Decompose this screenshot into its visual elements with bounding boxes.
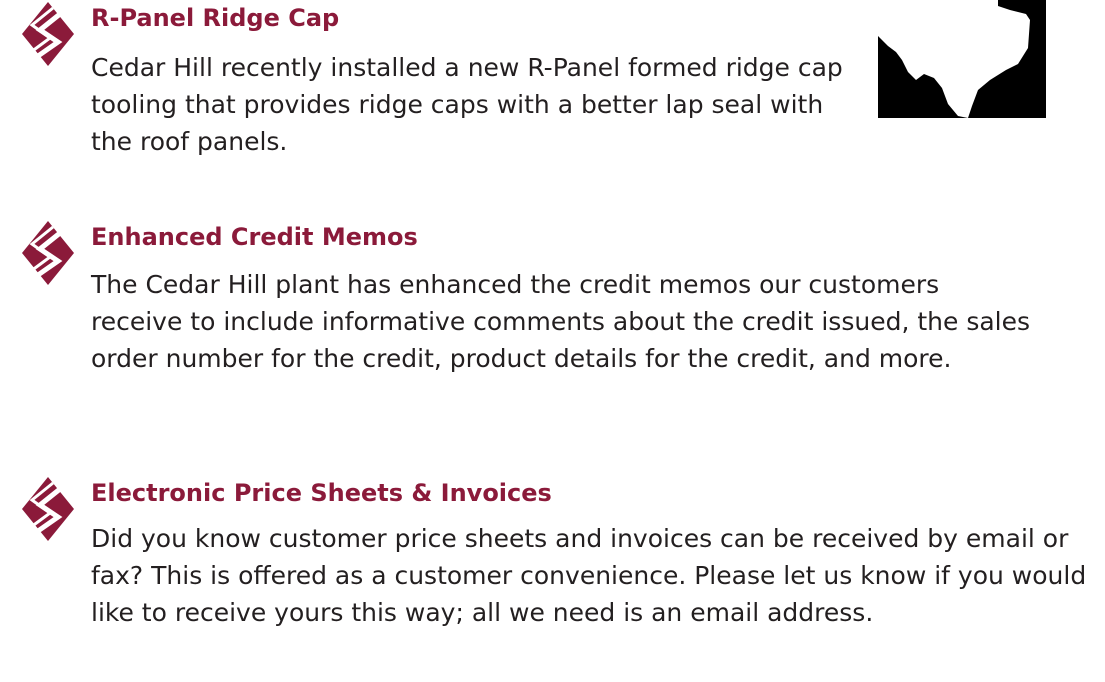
section-heading: Enhanced Credit Memos <box>91 223 418 251</box>
section-body: Did you know customer price sheets and i… <box>91 524 1087 627</box>
section-body: Cedar Hill recently installed a new R-Pa… <box>91 53 843 156</box>
diamond-s-logo-icon <box>20 0 76 68</box>
diamond-s-logo-icon <box>20 219 76 287</box>
section-body: The Cedar Hill plant has enhanced the cr… <box>91 270 1031 373</box>
texas-map-icon <box>878 0 1046 118</box>
diamond-s-logo-icon <box>20 475 76 543</box>
section-heading: R-Panel Ridge Cap <box>91 4 340 32</box>
section-heading: Electronic Price Sheets & Invoices <box>91 479 552 507</box>
